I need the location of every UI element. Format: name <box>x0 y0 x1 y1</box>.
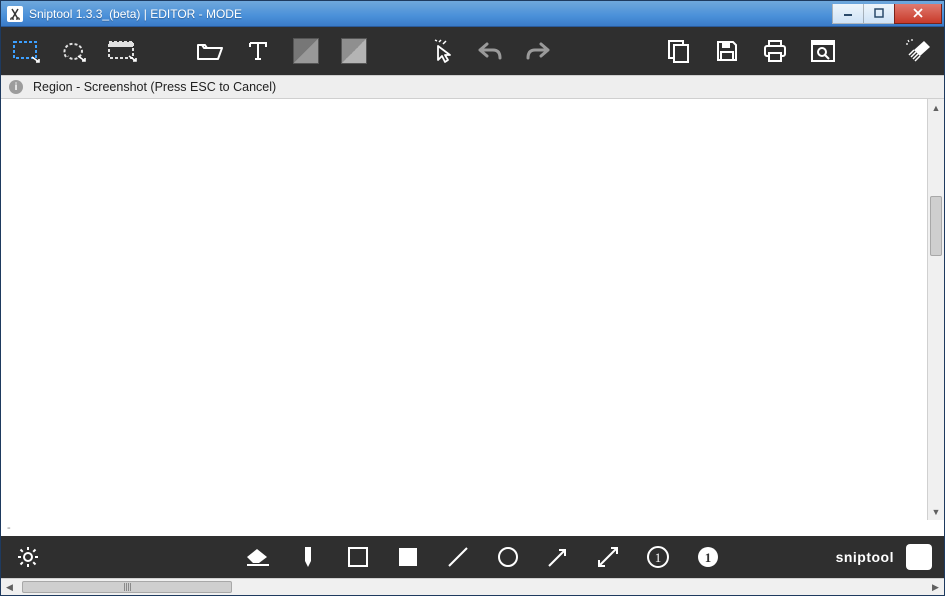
circle-button[interactable] <box>493 542 523 572</box>
scroll-right-arrow-icon[interactable]: ▶ <box>927 579 944 595</box>
brand-icon <box>906 544 932 570</box>
pointer-button[interactable] <box>427 36 457 66</box>
window-capture-button[interactable] <box>107 36 137 66</box>
number-stamp-fill-button[interactable]: 1 <box>693 542 723 572</box>
text-tool-button[interactable] <box>243 36 273 66</box>
bottom-toolbar: 1 1 sniptool <box>1 536 944 578</box>
copy-button[interactable] <box>664 36 694 66</box>
top-toolbar <box>1 27 944 75</box>
status-left-text: - <box>7 522 11 534</box>
info-message: Region - Screenshot (Press ESC to Cancel… <box>33 80 276 94</box>
titlebar[interactable]: Sniptool 1.3.3_(beta) | EDITOR - MODE <box>1 1 944 27</box>
bg-color-icon <box>341 38 367 64</box>
double-arrow-button[interactable] <box>593 542 623 572</box>
scroll-left-arrow-icon[interactable]: ◀ <box>1 579 18 595</box>
freehand-capture-button[interactable] <box>59 36 89 66</box>
settings-button[interactable] <box>13 542 43 572</box>
print-button[interactable] <box>760 36 790 66</box>
hscroll-thumb[interactable] <box>22 581 232 593</box>
region-capture-button[interactable] <box>11 36 41 66</box>
info-bar: i Region - Screenshot (Press ESC to Canc… <box>1 75 944 99</box>
scroll-up-arrow-icon[interactable]: ▲ <box>928 99 944 116</box>
number-fill-value: 1 <box>705 550 712 565</box>
vertical-scrollbar[interactable]: ▲ ▼ <box>927 99 944 520</box>
save-button[interactable] <box>712 36 742 66</box>
rectangle-outline-button[interactable] <box>343 542 373 572</box>
vscroll-thumb[interactable] <box>930 196 942 256</box>
rectangle-fill-button[interactable] <box>393 542 423 572</box>
background-color-swatch[interactable] <box>339 36 369 66</box>
close-button[interactable] <box>894 4 942 24</box>
horizontal-scrollbar[interactable]: ◀ ▶ <box>1 578 944 595</box>
app-icon <box>7 6 23 22</box>
app-window: Sniptool 1.3.3_(beta) | EDITOR - MODE <box>0 0 945 596</box>
work-area: ▲ ▼ <box>1 99 944 520</box>
window-title: Sniptool 1.3.3_(beta) | EDITOR - MODE <box>29 7 242 21</box>
number-outline-value: 1 <box>655 550 662 565</box>
eraser-button[interactable] <box>243 542 273 572</box>
clear-button[interactable] <box>904 36 934 66</box>
preview-search-button[interactable] <box>808 36 838 66</box>
undo-button[interactable] <box>475 36 505 66</box>
highlighter-button[interactable] <box>293 542 323 572</box>
open-button[interactable] <box>195 36 225 66</box>
scroll-down-arrow-icon[interactable]: ▼ <box>928 503 944 520</box>
minimize-button[interactable] <box>832 4 864 24</box>
canvas[interactable] <box>1 99 927 520</box>
foreground-color-swatch[interactable] <box>291 36 321 66</box>
redo-button[interactable] <box>523 36 553 66</box>
maximize-button[interactable] <box>863 4 895 24</box>
info-icon: i <box>9 80 23 94</box>
brand: sniptool <box>836 544 932 570</box>
line-button[interactable] <box>443 542 473 572</box>
vscroll-track[interactable] <box>928 116 944 503</box>
brand-label: sniptool <box>836 549 894 565</box>
status-line: - <box>1 520 944 536</box>
number-stamp-outline-button[interactable]: 1 <box>643 542 673 572</box>
arrow-button[interactable] <box>543 542 573 572</box>
hscroll-track[interactable] <box>18 579 927 595</box>
fg-color-icon <box>293 38 319 64</box>
window-controls <box>833 4 942 24</box>
